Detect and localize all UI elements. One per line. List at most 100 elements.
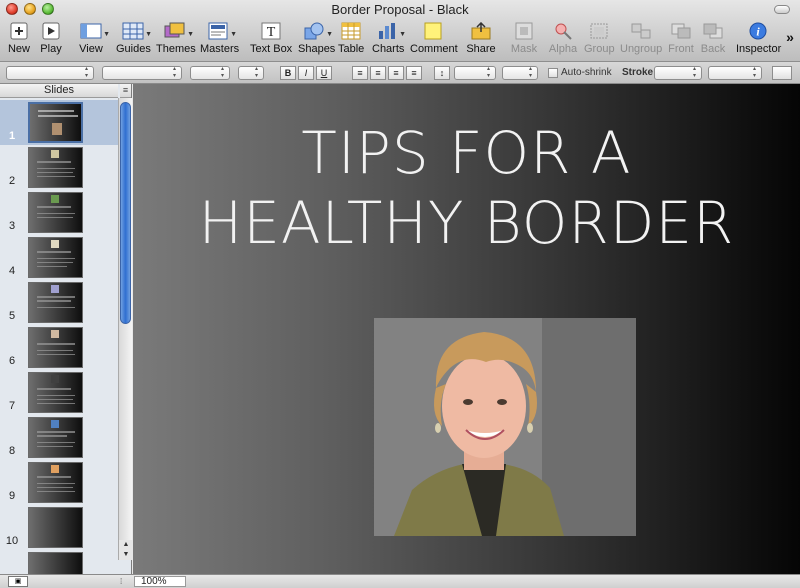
sidebar-resize-handle[interactable]: ⁞ xyxy=(120,577,128,586)
alpha-button[interactable]: Alpha xyxy=(548,22,578,58)
group-icon xyxy=(588,22,610,40)
slide-preview xyxy=(28,147,83,188)
window-title: Border Proposal - Black xyxy=(331,2,469,17)
masters-button[interactable]: ▼ Masters xyxy=(200,22,239,58)
info-icon: i xyxy=(747,22,769,40)
line-spacing-icon: ↕ xyxy=(439,68,445,78)
slide-canvas[interactable]: TIPS FOR A HEALTHY BORDER xyxy=(133,84,800,574)
justify-icon: ≡ xyxy=(411,68,417,78)
stroke-label: Stroke: xyxy=(622,67,657,78)
align-center-icon: ≡ xyxy=(375,68,381,78)
stroke-width-select[interactable] xyxy=(708,66,762,80)
front-button[interactable]: Front xyxy=(668,22,694,58)
back-button[interactable]: Back xyxy=(700,22,726,58)
text-box-button[interactable]: T Text Box xyxy=(250,22,292,58)
alpha-wand-icon xyxy=(552,22,574,40)
mask-icon xyxy=(513,22,535,40)
slide-thumbnail-4[interactable]: 4 xyxy=(0,235,118,280)
align-center-button[interactable]: ≡ xyxy=(370,66,386,80)
columns-select[interactable] xyxy=(502,66,538,80)
slide-preview xyxy=(28,372,83,413)
justify-button[interactable]: ≡ xyxy=(406,66,422,80)
paragraph-style-select[interactable] xyxy=(6,66,94,80)
scroll-up-arrow-icon[interactable]: ▲ xyxy=(119,540,133,550)
slide-view-icon: ▣ xyxy=(14,578,22,585)
shapes-icon: ▼ xyxy=(303,22,333,40)
charts-button[interactable]: ▼ Charts xyxy=(372,22,406,58)
align-right-button[interactable]: ≡ xyxy=(388,66,404,80)
slide-navigator-scrollbar[interactable]: ▲ ▼ xyxy=(118,98,133,560)
auto-shrink-label: Auto-shrink xyxy=(561,67,612,78)
slide-thumbnail-8[interactable]: 8 xyxy=(0,415,118,460)
slide-thumbnail-2[interactable]: 2 xyxy=(0,145,118,190)
slide-thumbnail-10[interactable]: 10 xyxy=(0,505,118,550)
stroke-style-select[interactable] xyxy=(654,66,702,80)
font-size-field[interactable] xyxy=(238,66,264,80)
bring-to-front-icon xyxy=(670,22,692,40)
new-button[interactable]: New xyxy=(4,22,34,58)
toolbar-toggle-button[interactable] xyxy=(774,5,790,14)
slide-thumbnail-7[interactable]: 7 xyxy=(0,370,118,415)
font-typeface-select[interactable] xyxy=(190,66,230,80)
group-button[interactable]: Group xyxy=(584,22,615,58)
underline-button[interactable]: U xyxy=(316,66,332,80)
slide-preview xyxy=(28,192,83,233)
slide-preview xyxy=(28,282,83,323)
themes-button[interactable]: ▼ Themes xyxy=(156,22,196,58)
toolbar-overflow-button[interactable]: » xyxy=(782,26,798,62)
play-icon xyxy=(40,22,62,40)
share-button[interactable]: Share xyxy=(466,21,496,58)
themes-icon: ▼ xyxy=(164,22,194,40)
line-spacing-button[interactable]: ↕ xyxy=(434,66,450,80)
slide-preview xyxy=(28,552,83,574)
ungroup-icon xyxy=(630,22,652,40)
align-left-button[interactable]: ≡ xyxy=(352,66,368,80)
slides-header: Slides xyxy=(0,84,118,98)
guides-icon: ▼ xyxy=(122,22,152,40)
slide-thumbnail-11[interactable] xyxy=(0,550,118,574)
mask-button[interactable]: Mask xyxy=(510,22,538,58)
chart-icon: ▼ xyxy=(376,22,406,40)
align-right-icon: ≡ xyxy=(393,68,399,78)
line-spacing-select[interactable] xyxy=(454,66,496,80)
comment-icon xyxy=(422,22,444,40)
align-left-icon: ≡ xyxy=(357,68,363,78)
svg-text:T: T xyxy=(267,25,276,40)
slide-navigator: Slides ≡ 1 2 3 4 5 6 7 8 9 10 ▲ ▼ xyxy=(0,84,133,574)
comment-button[interactable]: Comment xyxy=(410,22,458,58)
slide-thumbnail-9[interactable]: 9 xyxy=(0,460,118,505)
view-button[interactable]: ▼ View xyxy=(74,22,110,58)
scrollbar-thumb[interactable] xyxy=(120,102,131,324)
slide-thumbnail-3[interactable]: 3 xyxy=(0,190,118,235)
auto-shrink-checkbox[interactable] xyxy=(548,68,558,78)
slide-preview xyxy=(28,102,83,143)
slide-thumbnail-6[interactable]: 6 xyxy=(0,325,118,370)
share-icon xyxy=(470,21,492,40)
inspector-button[interactable]: i Inspector xyxy=(736,22,781,58)
slide-thumbnail-1[interactable]: 1 xyxy=(0,100,118,145)
slide-title[interactable]: TIPS FOR A HEALTHY BORDER xyxy=(133,118,800,258)
scroll-down-arrow-icon[interactable]: ▼ xyxy=(119,550,133,560)
slide-portrait-photo[interactable] xyxy=(374,318,636,536)
send-to-back-icon xyxy=(702,22,724,40)
slide-preview xyxy=(28,417,83,458)
stroke-color-well[interactable] xyxy=(772,66,792,80)
zoom-select[interactable]: 100% xyxy=(134,576,186,587)
table-button[interactable]: Table xyxy=(338,22,364,58)
slide-preview xyxy=(28,462,83,503)
slide-thumbnail-5[interactable]: 5 xyxy=(0,280,118,325)
italic-button[interactable]: I xyxy=(298,66,314,80)
bold-button[interactable]: B xyxy=(280,66,296,80)
slide-preview xyxy=(28,327,83,368)
text-box-icon: T xyxy=(260,22,282,40)
slide-preview xyxy=(28,237,83,278)
list-view-icon[interactable]: ≡ xyxy=(120,84,131,98)
view-icon: ▼ xyxy=(80,22,110,40)
guides-button[interactable]: ▼ Guides xyxy=(116,22,152,58)
font-family-select[interactable] xyxy=(102,66,182,80)
format-bar: B I U ≡ ≡ ≡ ≡ ↕ Auto-shrink Stroke: xyxy=(0,62,800,84)
ungroup-button[interactable]: Ungroup xyxy=(620,22,662,58)
navigator-view-button[interactable]: ▣ xyxy=(8,576,28,587)
shapes-button[interactable]: ▼ Shapes xyxy=(298,22,335,58)
play-button[interactable]: Play xyxy=(36,22,66,58)
